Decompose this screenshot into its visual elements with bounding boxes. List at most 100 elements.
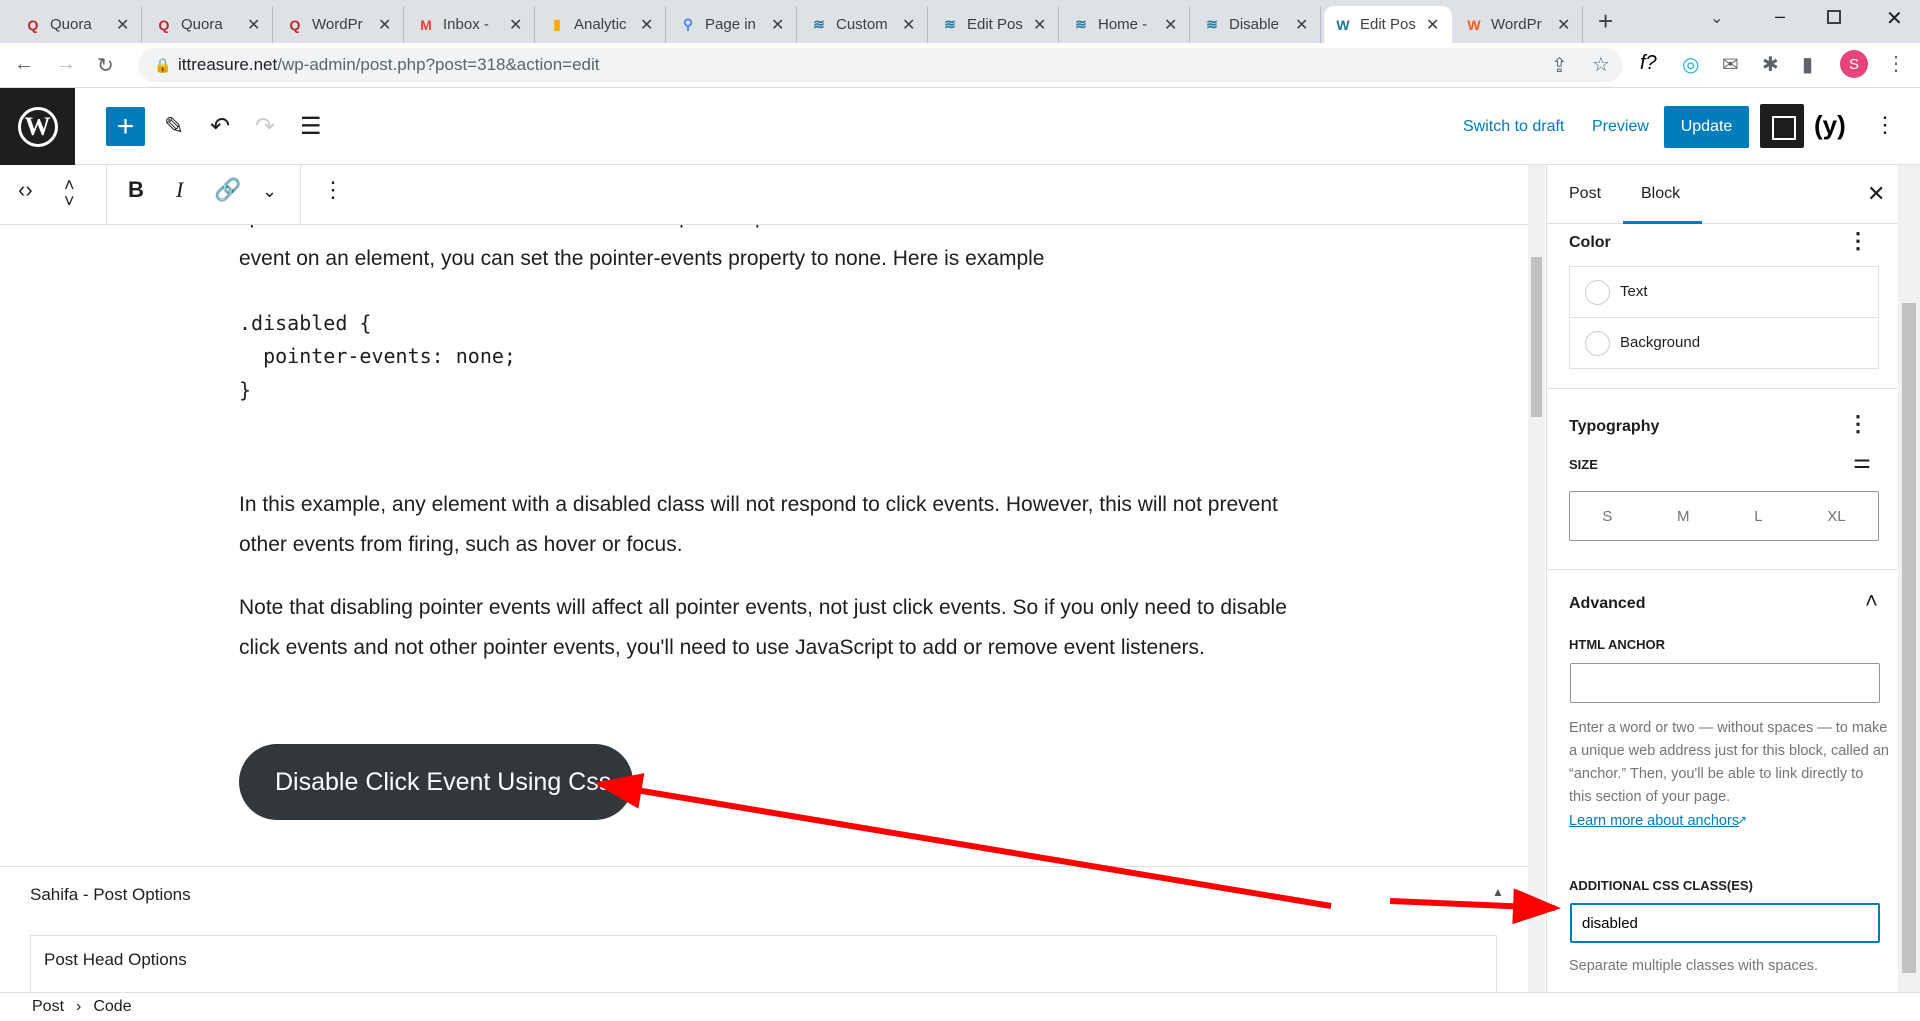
tab-title: Edit Pos — [1360, 16, 1416, 33]
update-button[interactable]: Update — [1664, 106, 1749, 148]
redo-icon[interactable]: ↷ — [255, 112, 275, 141]
close-tab-icon[interactable]: ✕ — [771, 15, 784, 35]
extensions-puzzle-icon[interactable]: ✱ — [1762, 52, 1779, 77]
close-window-icon[interactable]: ✕ — [1886, 6, 1903, 31]
collapse-metabox-icon[interactable]: ▲ — [1492, 885, 1504, 899]
more-formatting-icon[interactable]: ⌄ — [262, 181, 277, 202]
color-background-item[interactable]: Background — [1570, 318, 1878, 369]
close-tab-icon[interactable]: ✕ — [902, 15, 915, 35]
undo-icon[interactable]: ↶ — [210, 112, 230, 141]
tab-post[interactable]: Post — [1569, 185, 1601, 203]
add-block-button[interactable]: + — [106, 107, 145, 146]
close-tab-icon[interactable]: ✕ — [1033, 15, 1046, 35]
close-tab-icon[interactable]: ✕ — [1164, 15, 1177, 35]
close-tab-icon[interactable]: ✕ — [640, 15, 653, 35]
close-tab-icon[interactable]: ✕ — [1426, 15, 1439, 35]
back-icon[interactable]: ← — [14, 53, 34, 76]
profile-avatar[interactable]: S — [1840, 50, 1868, 78]
paragraph-partial[interactable]: specifies whether or not the element sho… — [239, 225, 1289, 237]
share-icon[interactable]: ⇪ — [1551, 53, 1568, 78]
reload-icon[interactable]: ↻ — [97, 53, 114, 78]
chevron-up-icon[interactable]: ˄ — [1865, 588, 1878, 614]
browser-tab[interactable]: Q Quora ✕ — [145, 6, 273, 43]
browser-menu-icon[interactable]: ⋮ — [1886, 51, 1906, 76]
breadcrumb-code[interactable]: Code — [93, 998, 131, 1016]
size-xl[interactable]: XL — [1827, 508, 1845, 525]
browser-tab[interactable]: Q WordPr ✕ — [276, 6, 404, 43]
side-panel-icon[interactable]: ▮ — [1802, 52, 1813, 77]
editor-scrollbar[interactable] — [1528, 165, 1545, 992]
learn-more-anchors-link[interactable]: Learn more about anchors — [1569, 813, 1739, 829]
wordpress-logo[interactable]: W — [0, 88, 75, 165]
italic-icon[interactable]: I — [176, 177, 183, 203]
forward-icon[interactable]: → — [56, 53, 76, 76]
code-line[interactable]: .disabled { — [239, 311, 371, 335]
paragraph[interactable]: In this example, any element with a disa… — [239, 485, 1289, 565]
tab-block[interactable]: Block — [1641, 185, 1680, 203]
browser-tab[interactable]: ⚲ Page in ✕ — [669, 6, 797, 43]
extension-grammar-icon[interactable]: ◎ — [1682, 52, 1699, 77]
maximize-icon[interactable] — [1827, 10, 1841, 24]
close-tab-icon[interactable]: ✕ — [247, 15, 260, 35]
block-options-icon[interactable]: ⋮ — [322, 177, 344, 203]
tab-title: Edit Pos — [967, 16, 1023, 33]
options-menu-icon[interactable]: ⋮ — [1874, 112, 1896, 138]
browser-tab[interactable]: M Inbox - ✕ — [407, 6, 535, 43]
browser-tab[interactable]: ▮ Analytic ✕ — [538, 6, 666, 43]
close-sidebar-icon[interactable]: ✕ — [1867, 181, 1885, 207]
css-class-input[interactable] — [1570, 903, 1880, 943]
list-view-icon[interactable]: ☰ — [300, 112, 322, 141]
code-line[interactable]: pointer-events: none; — [239, 344, 516, 368]
switch-to-draft-button[interactable]: Switch to draft — [1463, 118, 1564, 136]
close-tab-icon[interactable]: ✕ — [378, 15, 391, 35]
browser-tab[interactable]: ≋ Custom ✕ — [800, 6, 928, 43]
close-tab-icon[interactable]: ✕ — [1557, 15, 1570, 35]
extension-f-icon[interactable]: f? — [1640, 52, 1657, 75]
url-input[interactable]: 🔒 ittreasure.net/wp-admin/post.php?post=… — [138, 48, 1623, 82]
code-line[interactable]: } — [239, 378, 251, 402]
sidebar-scrollbar[interactable] — [1898, 165, 1920, 992]
tab-search-icon[interactable]: ⌄ — [1710, 8, 1723, 28]
pencil-tools-icon[interactable]: ✎ — [164, 112, 184, 141]
custom-size-icon[interactable]: ⚌ — [1853, 449, 1871, 474]
browser-tab[interactable]: ≋ Home - ✕ — [1062, 6, 1190, 43]
browser-tab[interactable]: ≋ Edit Pos ✕ — [931, 6, 1059, 43]
preview-button[interactable]: Preview — [1592, 118, 1649, 136]
post-head-options-title[interactable]: Post Head Options — [44, 950, 187, 970]
size-m[interactable]: M — [1677, 508, 1690, 525]
breadcrumb-post[interactable]: Post — [32, 998, 64, 1016]
html-anchor-input[interactable] — [1570, 663, 1880, 703]
close-tab-icon[interactable]: ✕ — [1295, 15, 1308, 35]
extension-mail-icon[interactable]: ✉ — [1722, 52, 1739, 77]
html-anchor-label: HTML ANCHOR — [1569, 637, 1666, 652]
bookmark-star-icon[interactable]: ☆ — [1592, 52, 1610, 77]
minimize-icon[interactable]: – — [1775, 6, 1785, 27]
typography-options-icon[interactable]: ⋮ — [1847, 411, 1869, 437]
close-tab-icon[interactable]: ✕ — [509, 15, 522, 35]
new-tab-icon[interactable]: + — [1598, 6, 1613, 37]
color-text-item[interactable]: Text — [1570, 267, 1878, 318]
paragraph[interactable]: Note that disabling pointer events will … — [239, 588, 1289, 668]
color-options-icon[interactable]: ⋮ — [1847, 228, 1869, 254]
yoast-icon[interactable]: (y) — [1814, 110, 1846, 141]
advanced-title[interactable]: Advanced — [1569, 595, 1645, 613]
post-head-options-box: Post Head Options — [30, 935, 1497, 995]
move-up-down-icon[interactable]: ˄ ˅ — [64, 176, 75, 210]
size-s[interactable]: S — [1602, 508, 1612, 525]
link-icon[interactable]: 🔗 — [214, 177, 241, 203]
url-path: /wp-admin/post.php?post=318&action=edit — [277, 55, 600, 74]
browser-tab[interactable]: W Edit Pos ✕ — [1324, 6, 1452, 43]
metabox-title[interactable]: Sahifa - Post Options — [30, 885, 191, 905]
paragraph-line[interactable]: event on an element, you can set the poi… — [239, 239, 1289, 279]
disable-click-button-block[interactable]: Disable Click Event Using Css — [239, 744, 633, 820]
browser-tab[interactable]: Q Quora ✕ — [14, 6, 142, 43]
size-l[interactable]: L — [1754, 508, 1762, 525]
browser-tab[interactable]: ≋ Disable ✕ — [1193, 6, 1321, 43]
settings-toggle-icon[interactable] — [1760, 104, 1804, 148]
code-block-icon[interactable]: ‹› — [18, 177, 33, 203]
close-tab-icon[interactable]: ✕ — [116, 15, 129, 35]
quora-icon: Q — [289, 16, 301, 33]
color-panel: Color ⋮ Text Background — [1547, 224, 1899, 389]
browser-tab[interactable]: W WordPr ✕ — [1455, 6, 1583, 43]
bold-icon[interactable]: B — [128, 177, 144, 203]
